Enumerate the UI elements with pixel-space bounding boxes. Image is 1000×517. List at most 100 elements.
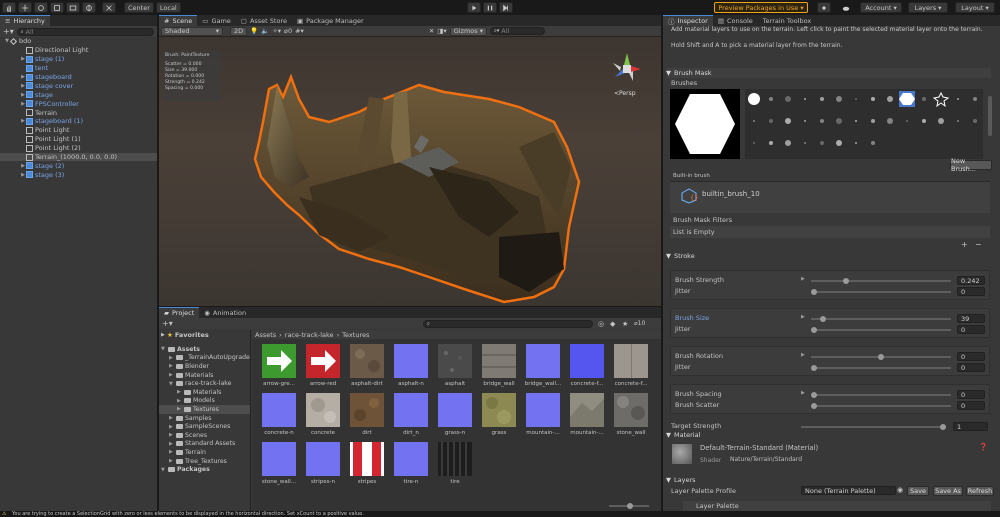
expand-arrow-icon[interactable]: ▶ — [169, 363, 176, 369]
texture-asset[interactable]: stone_wall — [609, 393, 653, 436]
effects-toggle-icon[interactable]: ✧▾ — [272, 27, 281, 35]
expand-arrow-icon[interactable]: ▶ — [177, 406, 184, 412]
stroke-slider-brush-strength[interactable] — [811, 278, 951, 284]
audio-toggle-icon[interactable]: 🔈 — [261, 27, 269, 35]
hierarchy-item[interactable]: ▶ stage (2) — [0, 161, 157, 170]
object-picker-icon[interactable]: ◉ — [897, 486, 903, 494]
hierarchy-item[interactable]: ▶ stage cover — [0, 81, 157, 90]
favorites-row[interactable]: ▶ ★ Favorites — [159, 330, 250, 339]
tab-console[interactable]: ▤ Console — [713, 15, 758, 26]
hierarchy-item[interactable]: Point Light — [0, 126, 157, 135]
tab-project[interactable]: ▰ Project — [159, 307, 200, 318]
pivot-center-toggle[interactable]: Center — [124, 2, 154, 13]
brush-palette[interactable] — [745, 89, 983, 159]
hierarchy-item[interactable]: ▶ stage (3) — [0, 170, 157, 179]
persp-label[interactable]: <Persp — [614, 90, 636, 97]
folder-tree-item[interactable]: ▶ Materials — [159, 371, 250, 380]
slider-knob[interactable] — [843, 278, 850, 284]
settings-arrow-icon[interactable]: ▶ — [801, 276, 805, 282]
texture-asset[interactable]: concrete-n — [257, 393, 301, 436]
texture-asset[interactable]: bridge_wall... — [521, 344, 565, 387]
hierarchy-item[interactable]: Directional Light — [0, 46, 157, 55]
hierarchy-search-input[interactable]: ⌕ All — [16, 27, 154, 36]
shader-dropdown[interactable]: Nature/Terrain/Standard — [730, 456, 880, 463]
material-header[interactable]: ▼ Material — [666, 430, 991, 440]
scale-tool-icon[interactable] — [50, 2, 64, 13]
rotate-tool-icon[interactable] — [34, 2, 48, 13]
folder-tree-item[interactable]: ▼ Packages — [159, 465, 250, 474]
camera-icon[interactable]: ◨▾ — [437, 27, 446, 35]
tab-asset-store[interactable]: ▢ Asset Store — [236, 15, 292, 26]
orientation-gizmo-icon[interactable] — [607, 49, 647, 89]
texture-asset[interactable]: tire-n — [389, 442, 433, 485]
brush-palette-scrollbar[interactable] — [988, 96, 992, 136]
folder-tree-item[interactable]: ▶ Models — [159, 397, 250, 406]
stroke-value-brush-scatter[interactable]: 0 — [957, 401, 985, 410]
scene-viewport[interactable]: Brush: PaintTexture Scatter = 0.000 Size… — [159, 37, 661, 306]
tab-scene[interactable]: # Scene — [159, 15, 198, 26]
thumbnail-slider-knob[interactable] — [627, 503, 633, 509]
hierarchy-item[interactable]: tent — [0, 64, 157, 73]
folder-tree-item[interactable]: ▼ Assets — [159, 345, 250, 354]
expand-arrow-icon[interactable]: ▼ — [161, 467, 168, 473]
folder-tree-item[interactable]: ▶ Blender — [159, 362, 250, 371]
new-brush-button[interactable]: New Brush... — [950, 157, 992, 173]
hierarchy-item[interactable]: ▶ FPSController — [0, 99, 157, 108]
scene-root-row[interactable]: ▼ bdo — [0, 37, 157, 46]
texture-asset[interactable]: grass-n — [433, 393, 477, 436]
help-icon[interactable]: ❓ — [979, 443, 988, 451]
stroke-slider-jitter2[interactable] — [811, 327, 951, 333]
play-button[interactable] — [467, 2, 481, 13]
stroke-value-brush-size[interactable]: 39 — [957, 314, 985, 323]
hierarchy-item[interactable]: Point Light (2) — [0, 144, 157, 153]
texture-asset[interactable]: dirt_n — [389, 393, 433, 436]
slider-knob[interactable] — [811, 392, 817, 398]
tools-icon[interactable]: ✕ — [429, 27, 434, 35]
filter-label-icon[interactable]: ◆ — [610, 320, 615, 328]
texture-asset[interactable]: stripes-n — [301, 442, 345, 485]
folder-tree-item[interactable]: ▶ Materials — [159, 388, 250, 397]
texture-asset[interactable]: arrow-red — [301, 344, 345, 387]
stroke-value-jitter2[interactable]: 0 — [957, 325, 985, 334]
stroke-slider-brush-rotation[interactable] — [811, 354, 951, 360]
brush-mask-header[interactable]: ▼ Brush Mask — [666, 68, 991, 78]
slider-knob[interactable] — [878, 354, 884, 360]
tab-game[interactable]: ▭ Game — [197, 15, 236, 26]
slider-knob[interactable] — [811, 327, 817, 333]
expand-arrow-icon[interactable]: ▶ — [169, 458, 176, 464]
tab-animation[interactable]: ◉ Animation — [199, 307, 251, 318]
step-button[interactable] — [499, 2, 513, 13]
texture-asset[interactable]: concrete-f... — [565, 344, 609, 387]
expand-arrow-icon[interactable]: ▶ — [169, 432, 176, 438]
add-filter-button[interactable]: + — [961, 240, 968, 249]
stroke-slider-brush-scatter[interactable] — [811, 403, 951, 409]
pivot-local-toggle[interactable]: Local — [155, 2, 181, 13]
folder-tree-item[interactable]: ▶ Standard Assets — [159, 440, 250, 449]
expand-arrow-icon[interactable]: ▶ — [169, 449, 176, 455]
thumbnail-size-slider[interactable] — [609, 503, 649, 509]
expand-arrow-icon[interactable]: ▶ — [169, 415, 176, 421]
account-dropdown[interactable]: Account ▾ — [860, 2, 902, 13]
stroke-value-brush-spacing[interactable]: 0 — [957, 390, 985, 399]
stroke-slider-jitter3[interactable] — [811, 365, 951, 371]
slider-knob[interactable] — [811, 289, 817, 295]
hidden-packages-icon[interactable]: ⌀10 — [634, 320, 645, 327]
material-row[interactable]: Default-Terrain-Standard (Material) Shad… — [670, 442, 990, 466]
save-as-button[interactable]: Save As — [933, 486, 963, 496]
hierarchy-item[interactable]: ▶ stage — [0, 90, 157, 99]
tab-package-manager[interactable]: ▣ Package Manager — [292, 15, 369, 26]
stroke-value-brush-strength[interactable]: 0.242 — [957, 276, 985, 285]
folder-tree-item[interactable]: ▶ SampleScenes — [159, 422, 250, 431]
texture-asset[interactable]: concrete-f... — [609, 344, 653, 387]
cloud-icon[interactable] — [840, 2, 852, 13]
palette-profile-field[interactable]: None (Terrain Palette) — [801, 486, 896, 495]
texture-asset[interactable]: mountain-... — [565, 393, 609, 436]
expand-arrow-icon[interactable]: ▶ — [169, 424, 176, 430]
layers-dropdown[interactable]: Layers ▾ — [908, 2, 948, 13]
hierarchy-item[interactable]: Terrain — [0, 108, 157, 117]
add-icon[interactable]: +▾ — [3, 27, 14, 36]
grid-toggle-icon[interactable]: #▾ — [295, 27, 304, 35]
texture-asset[interactable]: stripes — [345, 442, 389, 485]
hierarchy-item[interactable]: ▶ stage (1) — [0, 55, 157, 64]
folder-tree-item[interactable]: ▶ Scenes — [159, 431, 250, 440]
